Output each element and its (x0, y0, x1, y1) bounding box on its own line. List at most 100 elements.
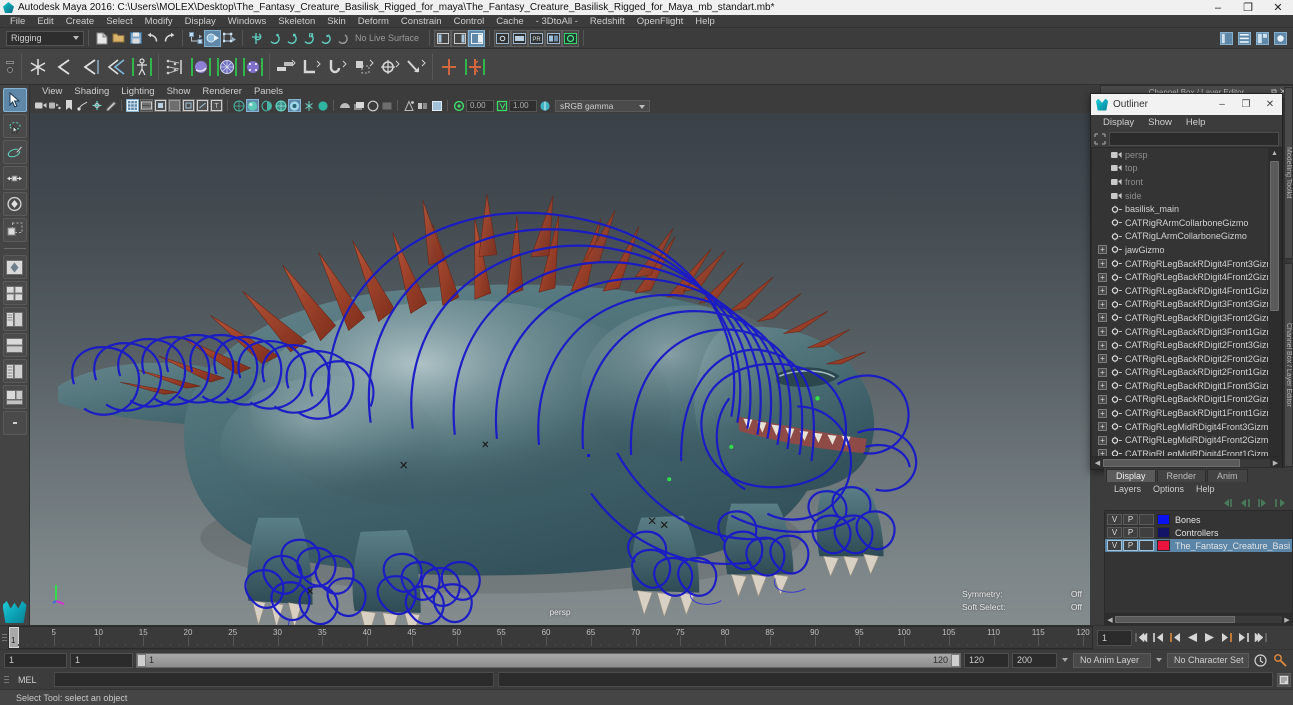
current-frame-field[interactable]: 1 (1097, 629, 1132, 646)
anim-layer-selector[interactable]: No Anim Layer (1073, 652, 1151, 668)
range-slider-left-handle[interactable] (137, 653, 146, 667)
layer-visibility-toggle[interactable]: V (1107, 540, 1122, 551)
layer-move-left-all-icon[interactable] (1238, 498, 1251, 509)
layer-editor-menu-options[interactable]: Options (1147, 484, 1190, 494)
show-hide-tool-settings-icon[interactable] (451, 29, 469, 47)
xray-active-components-icon[interactable]: T (210, 99, 223, 112)
shadows-icon[interactable] (352, 99, 365, 112)
go-to-end-button[interactable] (1253, 629, 1268, 647)
scroll-right-icon[interactable]: ▶ (1270, 459, 1281, 467)
texture-mode-icon[interactable] (316, 99, 329, 112)
outliner-row[interactable]: + CATRigRLegBackRDigit2Front3Gizmo (1092, 338, 1268, 352)
menu-set-dropdown[interactable]: Rigging (6, 30, 84, 46)
menu-item-deform[interactable]: Deform (352, 15, 395, 28)
range-slider[interactable]: 1 120 (136, 652, 961, 668)
menu-item-create[interactable]: Create (60, 15, 101, 28)
menu-item-windows[interactable]: Windows (222, 15, 273, 28)
redo-icon[interactable] (161, 30, 178, 47)
scroll-right-icon[interactable]: ▶ (1282, 616, 1292, 624)
menu-item-modify[interactable]: Modify (139, 15, 179, 28)
outliner-search-input[interactable] (1109, 131, 1279, 146)
depth-of-field-icon[interactable] (416, 99, 429, 112)
menu-item-edit[interactable]: Edit (31, 15, 59, 28)
image-plane-icon[interactable] (76, 99, 89, 112)
point-constraint-icon[interactable] (299, 52, 325, 82)
outliner-row[interactable]: + CATRigRLegMidRDigit4Front2Gizmo (1092, 433, 1268, 447)
expand-toggle-icon[interactable]: + (1098, 381, 1107, 391)
script-editor-button[interactable] (1277, 672, 1291, 687)
paint-skin-weights-icon[interactable] (188, 52, 214, 82)
layer-hscroll-thumb[interactable] (1115, 616, 1236, 623)
viewport-menu-item-show[interactable]: Show (161, 85, 197, 98)
new-scene-icon[interactable] (93, 30, 110, 47)
outliner-close-button[interactable]: ✕ (1258, 94, 1282, 115)
single-perspective-layout-button[interactable] (2, 255, 27, 279)
expand-toggle-icon[interactable]: + (1098, 354, 1107, 364)
maximize-button[interactable]: ❐ (1233, 0, 1263, 15)
outliner-minimize-button[interactable]: – (1210, 94, 1234, 115)
menu-item-cache[interactable]: Cache (490, 15, 529, 28)
menu-item-help[interactable]: Help (689, 15, 721, 28)
layer-hscroll-track[interactable] (1115, 616, 1282, 623)
rotate-tool-button[interactable] (2, 192, 27, 216)
command-line-grip[interactable] (2, 676, 10, 683)
gamma-icon[interactable] (495, 99, 508, 112)
four-view-layout-button[interactable] (2, 281, 27, 305)
redshift-render-icon[interactable] (562, 29, 580, 47)
exposure-icon[interactable] (452, 99, 465, 112)
range-slider-right-handle[interactable] (951, 653, 960, 667)
outliner-row[interactable]: + jawGizmo (1092, 243, 1268, 257)
gate-mask-icon[interactable] (168, 99, 181, 112)
layer-display-type-toggle[interactable] (1139, 527, 1154, 538)
play-forwards-button[interactable] (1202, 629, 1217, 647)
outliner-row[interactable]: + CATRigRLegBackRDigit3Front2Gizmo (1092, 311, 1268, 325)
aim-constraint-icon[interactable] (325, 52, 351, 82)
undo-icon[interactable] (144, 30, 161, 47)
wireframe-shading-icon[interactable] (232, 99, 245, 112)
create-ik-handle-icon[interactable] (436, 52, 462, 82)
minimize-button[interactable]: – (1203, 0, 1233, 15)
layer-list[interactable]: V P Bones V P Controllers V P The_Fantasy_Creatu… (1104, 510, 1293, 614)
move-tool-button[interactable] (2, 166, 27, 190)
mirror-joint-icon[interactable] (77, 52, 103, 82)
expand-toggle-icon[interactable]: + (1098, 408, 1107, 418)
menu-item-3dtoall[interactable]: - 3DtoAll - (530, 15, 584, 28)
show-hide-channel-box-icon[interactable] (468, 29, 486, 47)
parent-constraint-icon[interactable] (273, 52, 299, 82)
animation-end-field[interactable]: 200 (1012, 652, 1057, 668)
outliner-row[interactable]: + CATRigRLegBackRDigit1Front2Gizmo (1092, 393, 1268, 407)
scroll-left-icon[interactable]: ◀ (1105, 616, 1115, 624)
outliner-hscroll-thumb[interactable] (1103, 459, 1240, 467)
grease-pencil-icon[interactable] (104, 99, 117, 112)
menu-item-openflight[interactable]: OpenFlight (631, 15, 689, 28)
layer-row[interactable]: VP The_Fantasy_Creature_Basilisk_R (1105, 539, 1292, 552)
menu-item-file[interactable]: File (4, 15, 31, 28)
layer-visibility-toggle[interactable]: V (1107, 527, 1122, 538)
scroll-left-icon[interactable]: ◀ (1092, 459, 1103, 467)
outliner-row[interactable]: + CATRigRLegBackRDigit4Front3Gizmo (1092, 257, 1268, 271)
bookmark-icon[interactable] (62, 99, 75, 112)
command-input-field[interactable] (54, 672, 494, 687)
select-by-component-type-icon[interactable] (221, 30, 238, 47)
insert-joint-icon[interactable] (51, 52, 77, 82)
layer-editor-tab-anim[interactable]: Anim (1207, 469, 1248, 482)
layer-color-swatch[interactable] (1157, 527, 1170, 538)
layer-new-icon[interactable] (1274, 498, 1287, 509)
snap-to-grid-icon[interactable] (247, 30, 264, 47)
viewport-menu-item-panels[interactable]: Panels (248, 85, 289, 98)
snap-to-curve-icon[interactable] (264, 30, 281, 47)
expand-toggle-icon[interactable]: + (1098, 299, 1107, 309)
layer-display-type-toggle[interactable] (1139, 540, 1154, 551)
outliner-row[interactable]: side (1092, 189, 1268, 203)
xray-joints-icon[interactable] (196, 99, 209, 112)
outliner-scroll-thumb[interactable] (1270, 161, 1279, 311)
playback-start-field[interactable]: 1 (70, 652, 133, 668)
outliner-row[interactable]: + CATRigRLegBackRDigit1Front3Gizmo (1092, 379, 1268, 393)
layer-row[interactable]: V P Controllers (1105, 526, 1292, 539)
shaded-material-icon[interactable] (302, 99, 315, 112)
perspective-viewport[interactable]: persp Symmetry: Off Soft Select: Off (30, 113, 1090, 625)
screen-space-ao-icon[interactable] (366, 99, 379, 112)
orient-joint-icon[interactable] (103, 52, 129, 82)
viewport-menu-item-renderer[interactable]: Renderer (196, 85, 248, 98)
anim-layer-dropdown-arrow[interactable] (1060, 658, 1070, 662)
